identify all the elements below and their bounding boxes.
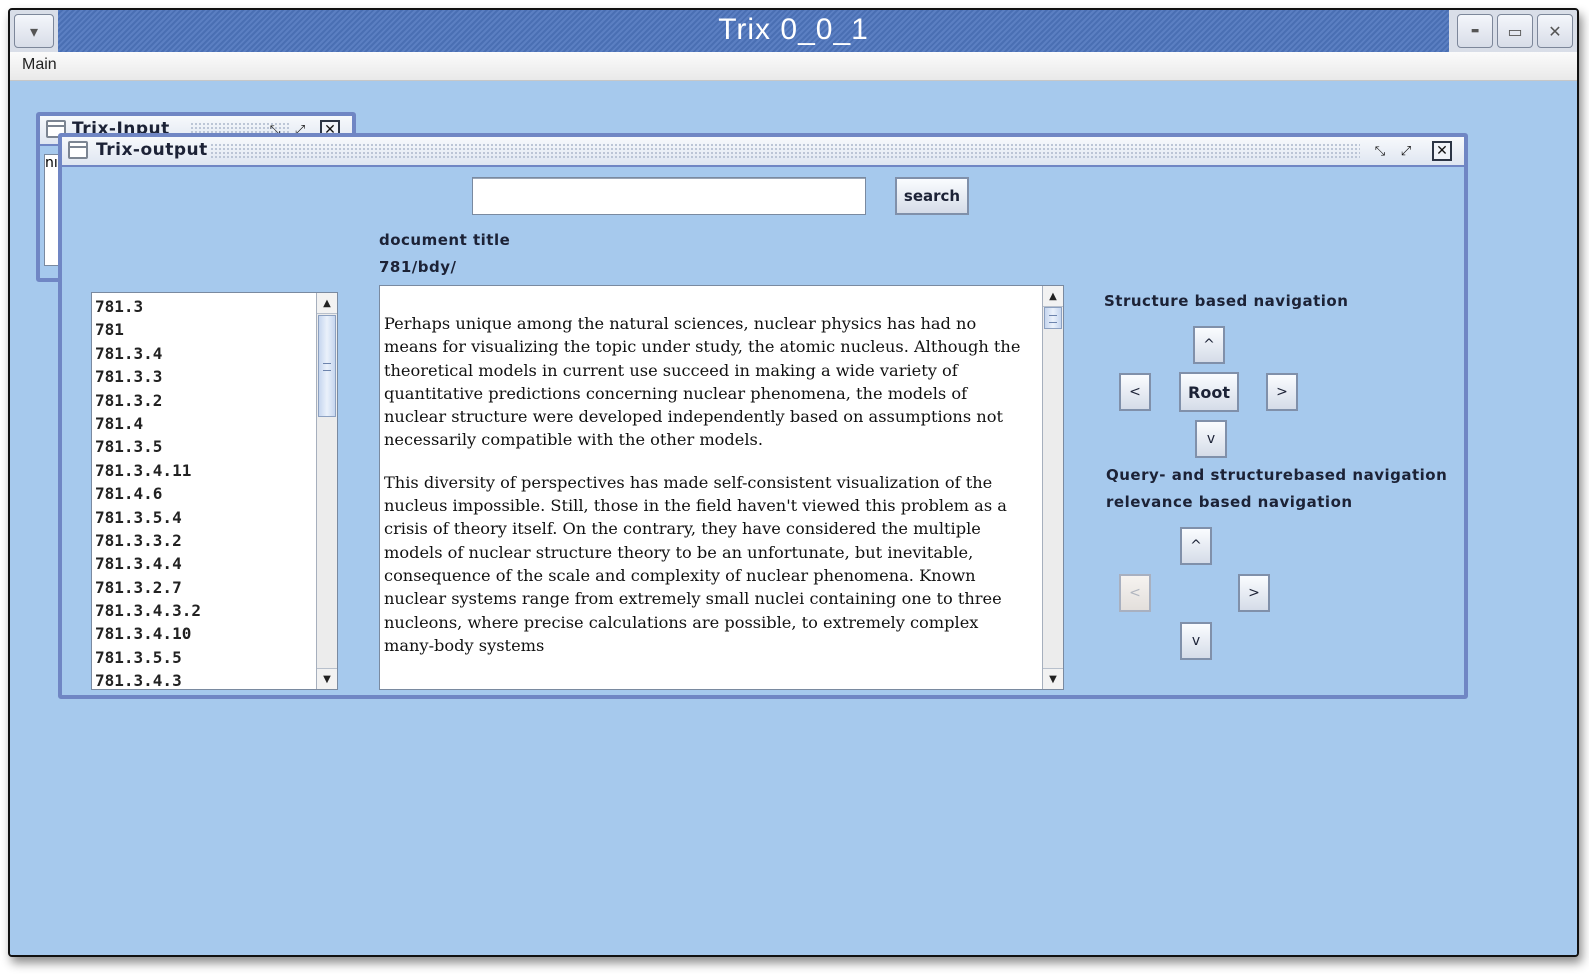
output-frame: Trix-output ⤡ ⤢ ✕ search document title … [58, 133, 1468, 699]
maximize-icon: ▭ [1507, 21, 1523, 41]
minimize-icon: ▬ [1470, 26, 1480, 36]
document-paragraph: This diversity of perspectives has made … [384, 472, 1007, 655]
relevance-nav-left-button[interactable]: < [1119, 574, 1151, 612]
list-item[interactable]: 781.3.5.4 [95, 506, 201, 529]
document-scrollbar[interactable]: ▲ ▼ [1042, 286, 1063, 689]
list-item[interactable]: 781.3.3 [95, 365, 201, 388]
list-item[interactable]: 781.3 [95, 295, 201, 318]
query-structure-nav-label: Query- and structurebased navigation [1106, 466, 1448, 484]
maximize-glyph: ⤢ [1400, 143, 1412, 159]
output-frame-titlebar[interactable]: Trix-output ⤡ ⤢ ✕ [62, 137, 1464, 167]
structure-nav-down-button[interactable]: v [1195, 420, 1227, 458]
maximize-icon[interactable]: ⤢ [1396, 141, 1416, 161]
structure-nav-right-button[interactable]: > [1266, 373, 1298, 411]
iconify-icon[interactable]: ⤡ [1370, 141, 1390, 161]
document-text-area[interactable]: Perhaps unique among the natural science… [379, 285, 1064, 690]
input-text-fragment: nı [45, 155, 58, 171]
structure-nav-label: Structure based navigation [1104, 292, 1349, 310]
list-item[interactable]: 781.3.4.10 [95, 622, 201, 645]
structure-nav-root-button[interactable]: Root [1179, 372, 1239, 412]
list-item[interactable]: 781.3.4 [95, 342, 201, 365]
scroll-down-arrow-icon[interactable]: ▼ [1043, 668, 1063, 689]
menu-bar: Main [10, 52, 1577, 81]
desktop-pane: Trix-Input ⤡ ⤢ ✕ nı Trix-output ⤡ ⤢ ✕ se… [10, 81, 1577, 955]
list-item[interactable]: 781.4.6 [95, 482, 201, 505]
relevance-nav-up-button[interactable]: ^ [1180, 527, 1212, 565]
list-item[interactable]: 781.3.2 [95, 389, 201, 412]
list-item[interactable]: 781.3.4.11 [95, 459, 201, 482]
list-item[interactable]: 781.3.3.2 [95, 529, 201, 552]
app-window: ▾ Trix 0_0_1 ▬ ▭ ✕ Main Trix-Input ⤡ ⤢ ✕ [8, 8, 1579, 957]
scroll-thumb[interactable] [318, 315, 336, 417]
list-item[interactable]: 781.3.4.3.2 [95, 599, 201, 622]
structure-nav-left-button[interactable]: < [1119, 373, 1151, 411]
maximize-button[interactable]: ▭ [1497, 14, 1533, 48]
minimize-button[interactable]: ▬ [1457, 14, 1493, 48]
app-title: Trix 0_0_1 [718, 13, 869, 46]
search-button[interactable]: search [895, 177, 969, 215]
document-title-label: document title [379, 231, 511, 249]
document-path: 781/bdy/ [379, 258, 457, 276]
close-icon: ✕ [1548, 21, 1562, 41]
titlebar-texture [210, 143, 1360, 159]
list-item[interactable]: 781.3.4.4 [95, 552, 201, 575]
scroll-up-arrow-icon[interactable]: ▲ [1043, 286, 1063, 307]
search-input[interactable] [472, 177, 866, 215]
scroll-thumb[interactable] [1044, 307, 1062, 329]
relevance-nav-down-button[interactable]: v [1180, 622, 1212, 660]
list-item[interactable]: 781.3.5.5 [95, 646, 201, 669]
frame-icon [68, 141, 88, 159]
list-scrollbar[interactable]: ▲ ▼ [316, 293, 337, 689]
element-list-items: 781.3 781 781.3.4 781.3.3 781.3.2 781.4 781.3.… [95, 295, 201, 689]
close-button[interactable]: ✕ [1537, 14, 1573, 48]
structure-nav-up-button[interactable]: ^ [1193, 326, 1225, 364]
scroll-up-arrow-icon[interactable]: ▲ [317, 293, 337, 314]
list-item[interactable]: 781 [95, 318, 201, 341]
list-item[interactable]: 781.3.4.3 [95, 669, 201, 689]
document-content: Perhaps unique among the natural science… [384, 312, 1029, 676]
title-bar[interactable]: ▾ Trix 0_0_1 ▬ ▭ ✕ [10, 10, 1577, 53]
output-frame-title: Trix-output [96, 140, 208, 160]
list-item[interactable]: 781.4 [95, 412, 201, 435]
close-icon[interactable]: ✕ [1432, 141, 1452, 161]
element-list[interactable]: 781.3 781 781.3.4 781.3.3 781.3.2 781.4 781.3.… [91, 292, 338, 690]
relevance-nav-right-button[interactable]: > [1238, 574, 1270, 612]
relevance-nav-label: relevance based navigation [1106, 493, 1353, 511]
list-item[interactable]: 781.3.5 [95, 435, 201, 458]
scroll-down-arrow-icon[interactable]: ▼ [317, 668, 337, 689]
list-item[interactable]: 781.3.2.7 [95, 576, 201, 599]
menu-main[interactable]: Main [22, 56, 57, 74]
iconify-glyph: ⤡ [1374, 143, 1386, 159]
document-paragraph: Perhaps unique among the natural science… [384, 314, 1021, 450]
